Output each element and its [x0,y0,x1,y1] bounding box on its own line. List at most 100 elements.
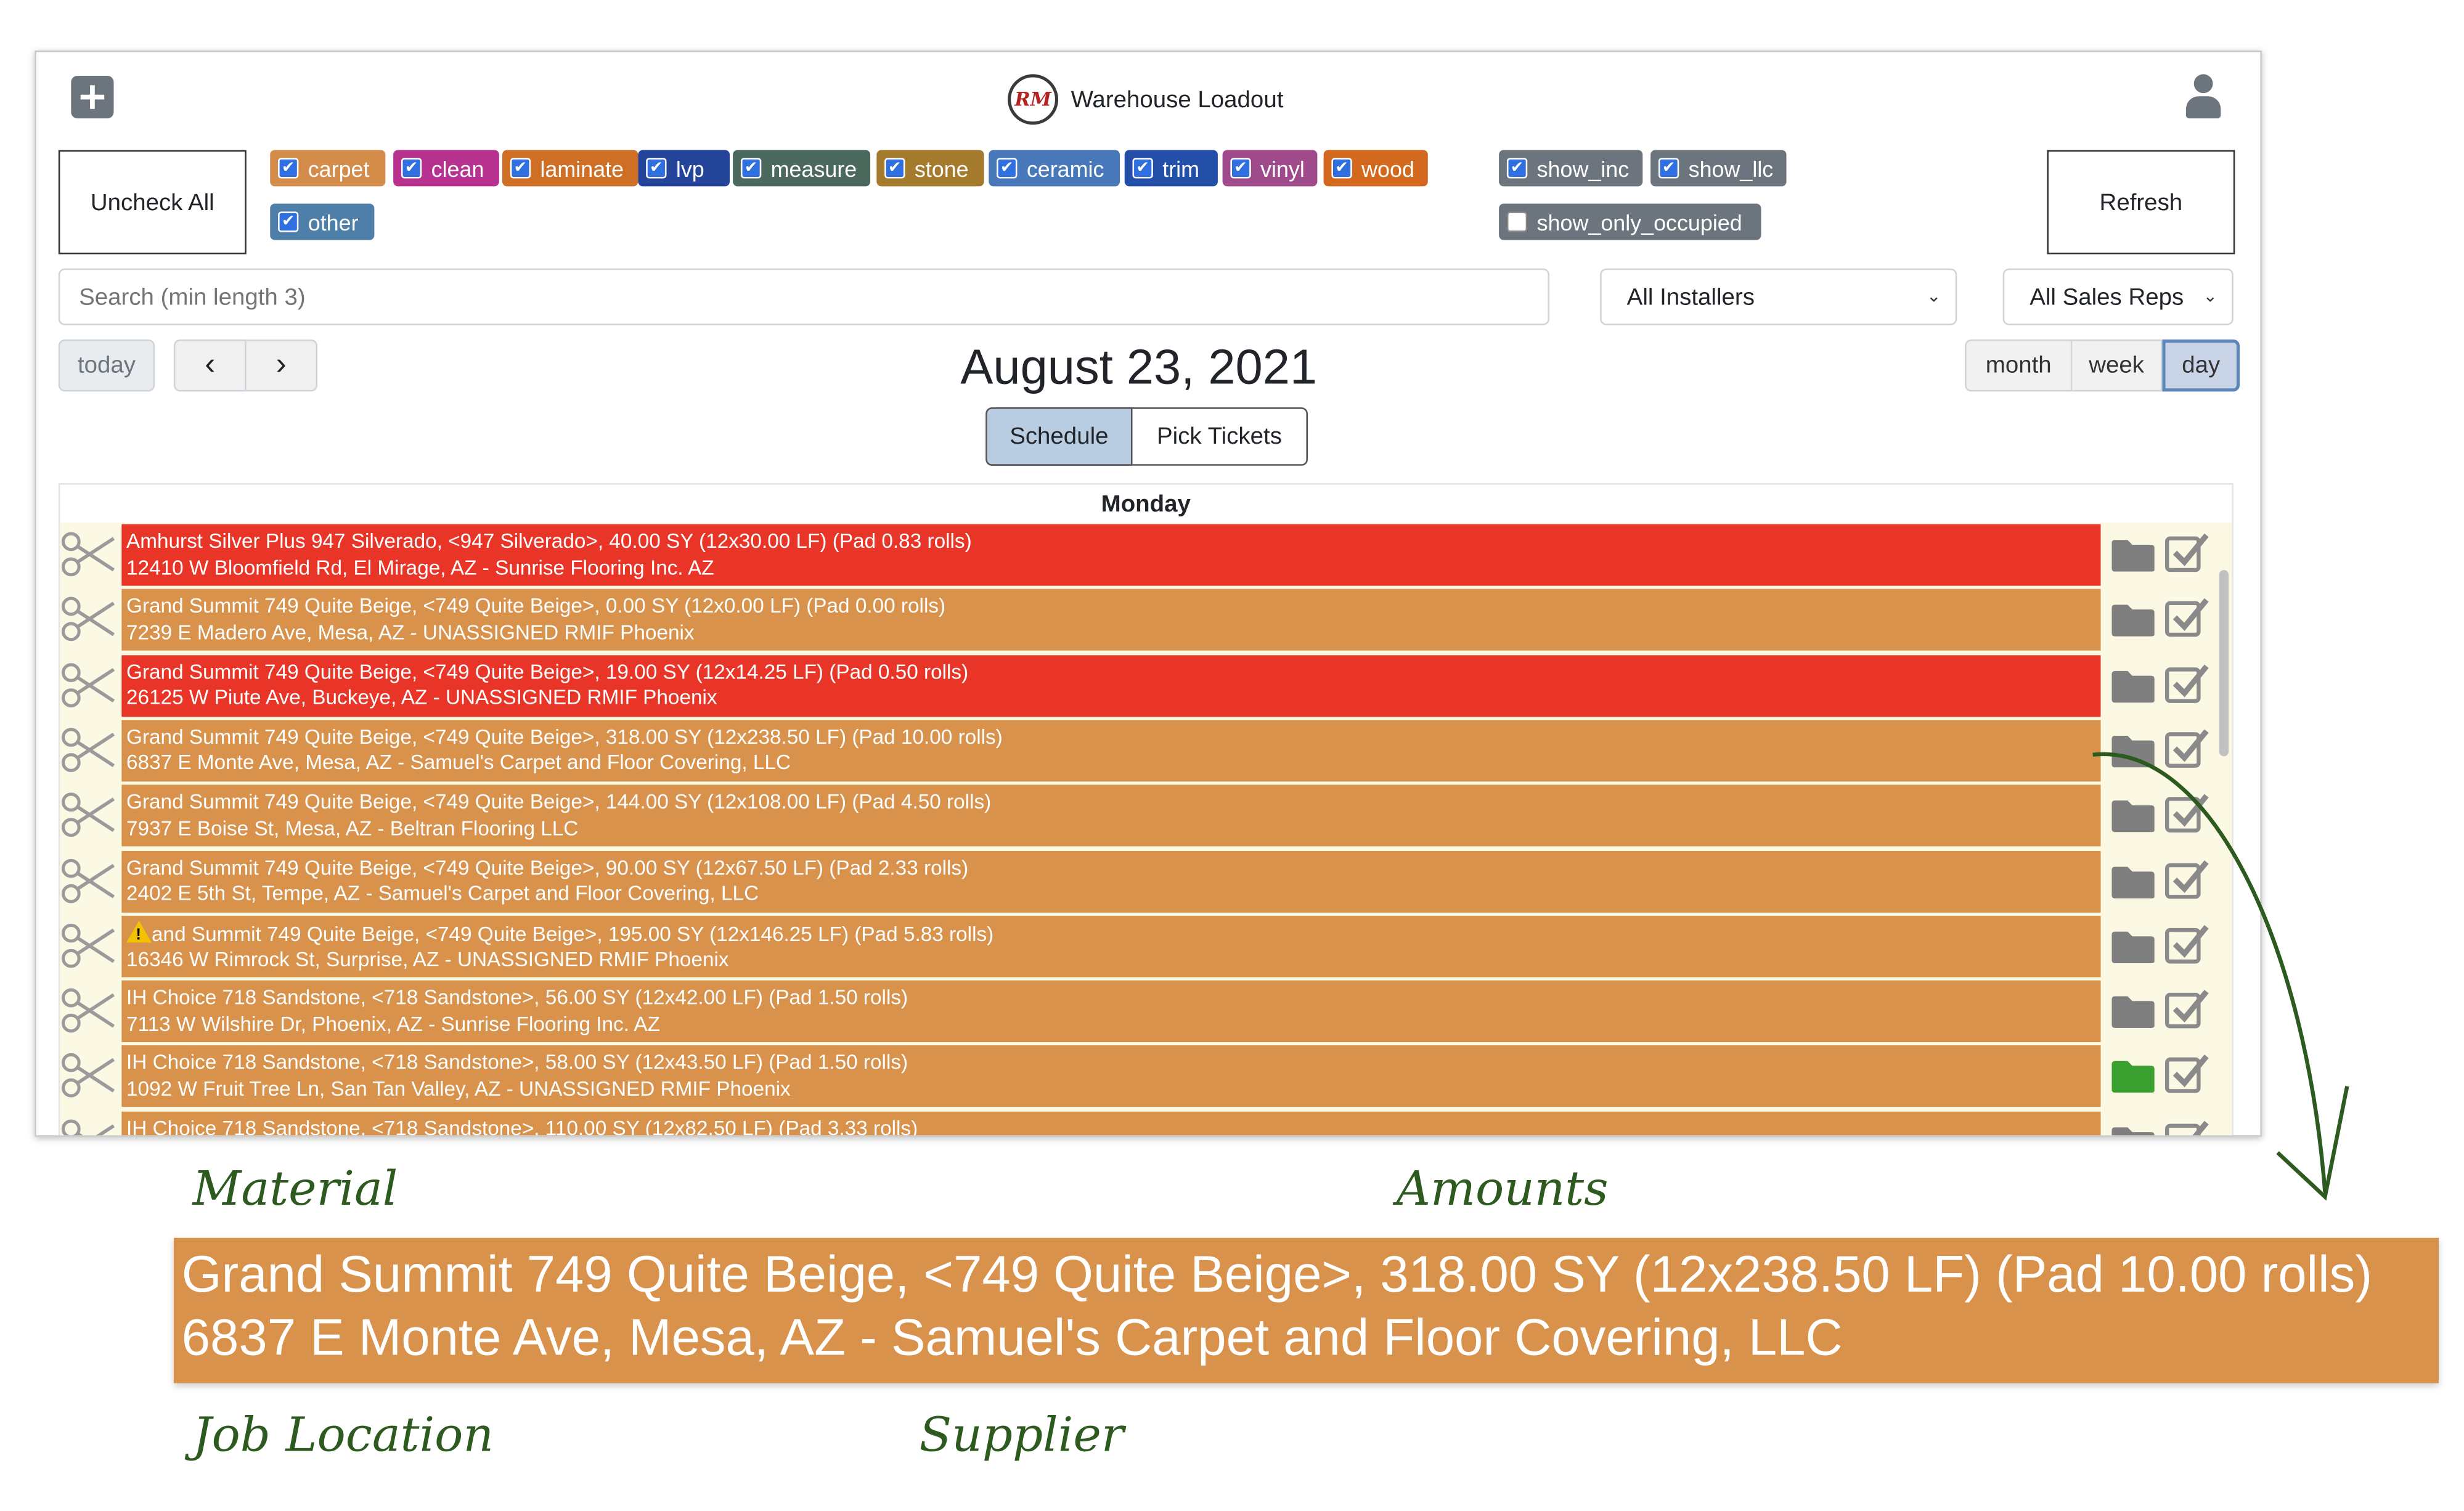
folder-icon[interactable] [2110,930,2156,964]
checkbox-checked-icon[interactable]: ✔ [884,158,905,179]
checkbox-checked-icon[interactable]: ✔ [510,158,531,179]
checkbox-checked-icon[interactable]: ✔ [646,158,667,179]
scissors-icon[interactable] [60,920,116,971]
day-header: Monday [60,484,2232,523]
filter-label: measure [770,155,857,181]
event-location: 7239 E Madero Ave, Mesa, AZ - UNASSIGNED… [126,620,695,644]
filter-ceramic[interactable]: ✔ ceramic [989,150,1120,187]
check-icon[interactable] [2162,1116,2209,1136]
arrow-head-icon [2276,1086,2349,1201]
user-icon[interactable] [2183,74,2224,121]
event-row: Grand Summit 749 Quite Beige, <749 Quite… [60,849,2216,912]
scissors-icon[interactable] [60,594,116,645]
check-icon[interactable] [2162,920,2209,967]
scissors-icon[interactable] [60,790,116,841]
refresh-button[interactable]: Refresh [2047,150,2235,255]
view-week-button[interactable]: week [2072,339,2163,392]
scrollbar[interactable] [2219,569,2229,757]
check-icon[interactable] [2162,594,2209,641]
filter-vinyl[interactable]: ✔ vinyl [1222,150,1318,187]
scissors-icon[interactable] [60,529,116,579]
check-icon[interactable] [2162,985,2209,1033]
event-item[interactable]: Amhurst Silver Plus 947 Silverado, <947 … [121,524,2101,586]
event-item[interactable]: Grand Summit 749 Quite Beige, <749 Quite… [121,784,2101,847]
folder-icon[interactable] [2110,734,2156,768]
checkbox-checked-icon[interactable]: ✔ [1132,158,1153,179]
filter-stone[interactable]: ✔ stone [876,150,984,187]
event-item[interactable]: Grand Summit 749 Quite Beige, <749 Quite… [121,720,2101,782]
event-item[interactable]: IH Choice 718 Sandstone, <718 Sandstone>… [121,1046,2101,1108]
folder-icon[interactable] [2110,1125,2156,1136]
checkbox-unchecked-icon[interactable] [1506,211,1528,232]
filter-label: clean [431,155,484,181]
filter-trim[interactable]: ✔ trim [1124,150,1218,187]
event-item[interactable]: Grand Summit 749 Quite Beige, <749 Quite… [121,654,2101,717]
checkbox-checked-icon[interactable]: ✔ [1506,158,1528,179]
view-month-button[interactable]: month [1965,339,2073,392]
checkbox-checked-icon[interactable]: ✔ [1230,158,1251,179]
option-show-only-occupied[interactable]: show_only_occupied [1499,203,1761,240]
filter-label: other [308,209,359,235]
folder-icon[interactable] [2110,604,2156,638]
folder-icon[interactable] [2110,1060,2156,1094]
checkbox-checked-icon[interactable]: ✔ [278,158,299,179]
tab-pick-tickets[interactable]: Pick Tickets [1132,407,1308,466]
checkbox-checked-icon[interactable]: ✔ [740,158,762,179]
check-icon[interactable] [2162,659,2209,707]
checkbox-checked-icon[interactable]: ✔ [1331,158,1352,179]
check-icon[interactable] [2162,855,2209,902]
today-button[interactable]: today [58,339,155,392]
filter-lvp[interactable]: ✔ lvp [638,150,730,187]
search-input[interactable] [58,268,1550,325]
folder-icon[interactable] [2110,995,2156,1029]
scissors-icon[interactable] [60,985,116,1036]
folder-icon[interactable] [2110,799,2156,834]
filter-other[interactable]: ✔ other [270,203,375,240]
date-title: August 23, 2021 [960,339,1318,395]
sales-reps-select[interactable]: All Sales Reps ⌄ [2002,268,2234,325]
filter-wood[interactable]: ✔ wood [1323,150,1428,187]
check-icon[interactable] [2162,529,2209,576]
option-show-inc[interactable]: ✔ show_inc [1499,150,1643,187]
filter-clean[interactable]: ✔ clean [393,150,499,187]
event-material: and Summit 749 Quite Beige, <749 Quite B… [152,921,994,946]
event-item[interactable]: IH Choice 718 Sandstone, <718 Sandstone>… [121,1110,2101,1136]
folder-icon[interactable] [2110,865,2156,899]
installers-select[interactable]: All Installers ⌄ [1600,268,1957,325]
label-material: Material [192,1162,398,1218]
filter-label: wood [1361,155,1414,181]
event-item[interactable]: IH Choice 718 Sandstone, <718 Sandstone>… [121,980,2101,1043]
folder-icon[interactable] [2110,669,2156,703]
folder-icon[interactable] [2110,539,2156,573]
event-row: Grand Summit 749 Quite Beige, <749 Quite… [60,719,2216,782]
check-icon[interactable] [2162,790,2209,837]
scissors-icon[interactable] [60,659,116,710]
view-day-button[interactable]: day [2162,339,2240,392]
tab-schedule[interactable]: Schedule [985,407,1133,466]
event-item[interactable]: and Summit 749 Quite Beige, <749 Quite B… [121,915,2101,977]
next-button[interactable]: › [246,339,318,392]
filter-laminate[interactable]: ✔ laminate [502,150,638,187]
event-item[interactable]: Grand Summit 749 Quite Beige, <749 Quite… [121,589,2101,651]
check-icon[interactable] [2162,725,2209,772]
event-item[interactable]: Grand Summit 749 Quite Beige, <749 Quite… [121,850,2101,912]
check-icon[interactable] [2162,1051,2209,1098]
filter-measure[interactable]: ✔ measure [733,150,871,187]
event-row: IH Choice 718 Sandstone, <718 Sandstone>… [60,1045,2216,1108]
option-show-llc[interactable]: ✔ show_llc [1650,150,1787,187]
filter-carpet[interactable]: ✔ carpet [270,150,386,187]
add-icon[interactable] [71,75,114,119]
checkbox-checked-icon[interactable]: ✔ [1658,158,1679,179]
checkbox-checked-icon[interactable]: ✔ [278,211,299,232]
checkbox-checked-icon[interactable]: ✔ [401,158,422,179]
scissors-icon[interactable] [60,1116,116,1136]
scissors-icon[interactable] [60,1051,116,1101]
event-list: Amhurst Silver Plus 947 Silverado, <947 … [60,523,2232,1136]
zoomed-event: Grand Summit 749 Quite Beige, <749 Quite… [173,1237,2439,1383]
scissors-icon[interactable] [60,725,116,775]
scissors-icon[interactable] [60,855,116,905]
event-location: 2402 E 5th St, Tempe, AZ - Samuel's Carp… [126,881,759,905]
uncheck-all-button[interactable]: Uncheck All [58,150,247,255]
checkbox-checked-icon[interactable]: ✔ [997,158,1018,179]
prev-button[interactable]: ‹ [173,339,247,392]
